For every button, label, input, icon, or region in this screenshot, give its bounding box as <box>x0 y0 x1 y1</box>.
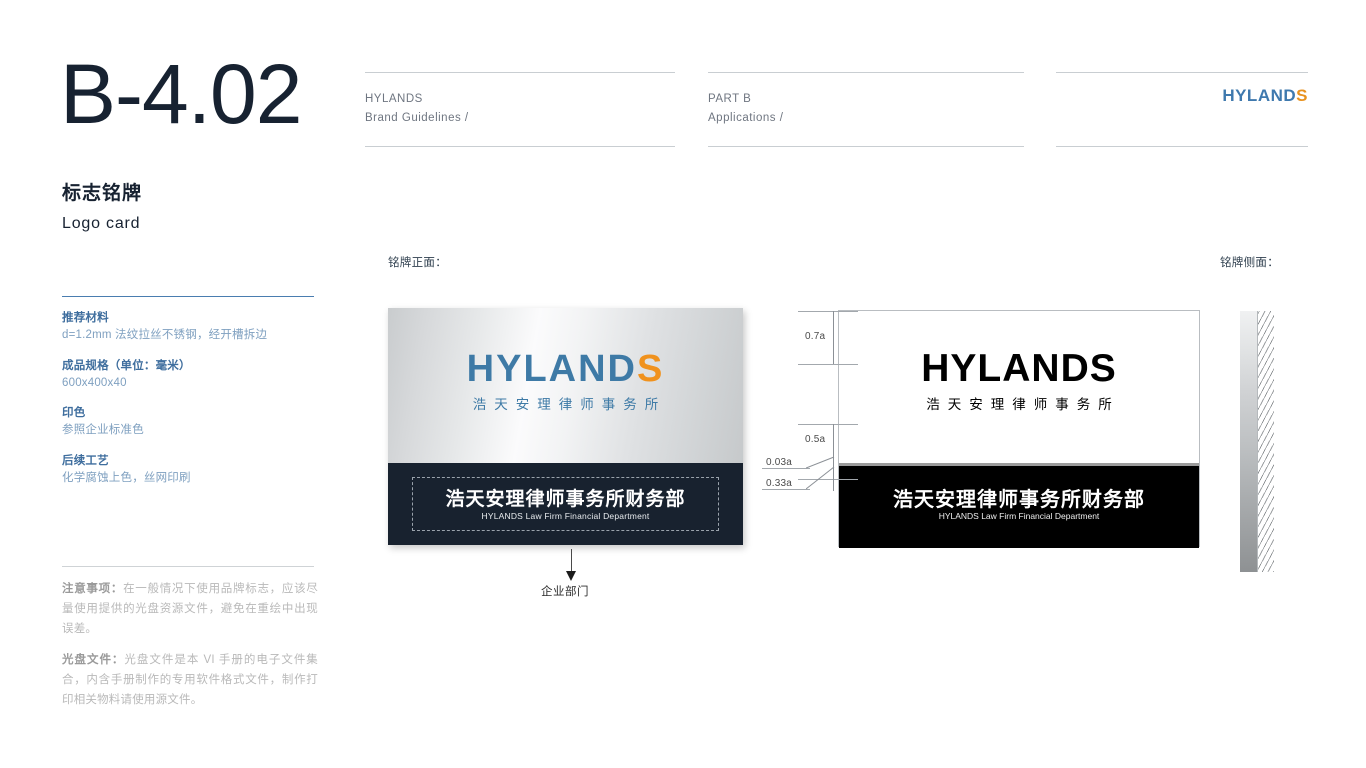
spec-value: 参照企业标准色 <box>62 424 144 437</box>
dim-leader-0-33a <box>762 489 810 490</box>
nameplate-dept-en: HYLANDS Law Firm Financial Department <box>481 511 650 521</box>
callout-arrow-head <box>566 571 576 581</box>
header-brand-line2: Brand Guidelines / <box>365 111 469 124</box>
spec-label: 推荐材料 <box>62 312 109 324</box>
side-view-hatching <box>1258 311 1274 572</box>
page-code: B-4.02 <box>60 47 302 141</box>
header-part-line1: PART B <box>708 93 752 105</box>
nameplate-logo-latin: HYLANDS <box>388 350 743 388</box>
note-item-caution: 注意事项：在一般情况下使用品牌标志，应该尽量使用提供的光盘资源文件，避免在重绘中… <box>62 580 318 639</box>
spec-label: 印色 <box>62 407 86 419</box>
brandmark-accent: S <box>1296 86 1308 105</box>
spec-value: d=1.2mm 法纹拉丝不锈钢，经开槽拆边 <box>62 329 268 342</box>
note-strong: 光盘文件： <box>62 654 125 667</box>
divider-blue-top <box>62 296 314 297</box>
spec-label: 后续工艺 <box>62 454 109 467</box>
nameplate-metal-panel: HYLANDS 浩天安理律师事务所 <box>388 308 743 463</box>
technical-dept-cn: 浩天安理律师事务所财务部 <box>893 489 1145 511</box>
spec-list: 推荐材料 d=1.2mm 法纹拉丝不锈钢，经开槽拆边 成品规格（单位：毫米） 6… <box>62 310 322 500</box>
section-title-en: Logo card <box>62 215 141 232</box>
note-strong: 注意事项： <box>62 583 124 595</box>
logo-latin-main: HYLAND <box>466 348 637 390</box>
nameplate-side-view <box>1240 311 1274 572</box>
header-part-line2: Applications / <box>708 111 784 124</box>
brand-guidelines-page: B-4.02 标志铭牌 Logo card 推荐材料 d=1.2mm 法纹拉丝不… <box>0 0 1366 768</box>
note-item-disc: 光盘文件：光盘文件是本 VI 手册的电子文件集合，内含手册制作的专用软件格式文件… <box>62 651 318 710</box>
dim-leader-slant-0-33a <box>806 466 835 490</box>
header-brand-text: HYLANDS Brand Guidelines / <box>365 90 469 127</box>
spec-label: 成品规格（单位：毫米） <box>62 359 191 372</box>
dim-leader-0-03a <box>762 468 810 469</box>
technical-white-panel: HYLANDS 浩天安理律师事务所 <box>839 311 1199 463</box>
logo-latin-accent: S <box>636 348 665 390</box>
nameplate-logo-cn: 浩天安理律师事务所 <box>472 397 667 412</box>
nameplate-dept-box: 浩天安理律师事务所财务部 HYLANDS Law Firm Financial … <box>412 477 719 531</box>
spec-item-process: 后续工艺 化学腐蚀上色，丝网印刷 <box>62 453 322 488</box>
technical-black-panel: 浩天安理律师事务所财务部 HYLANDS Law Firm Financial … <box>839 466 1199 548</box>
technical-logo: HYLANDS 浩天安理律师事务所 <box>839 349 1199 413</box>
header-brand-line1: HYLANDS <box>365 93 423 105</box>
technical-logo-cn: 浩天安理律师事务所 <box>926 397 1120 412</box>
technical-logo-latin: HYLANDS <box>921 347 1117 390</box>
header-rule-bottom <box>365 146 675 147</box>
header-rule-top <box>1056 72 1308 73</box>
notes-section: 注意事项：在一般情况下使用品牌标志，应该尽量使用提供的光盘资源文件，避免在重绘中… <box>62 580 318 723</box>
caption-front-view: 铭牌正面： <box>388 257 447 269</box>
dim-tick-top-0-7a <box>798 311 858 312</box>
nameplate-dark-panel: 浩天安理律师事务所财务部 HYLANDS Law Firm Financial … <box>388 463 743 545</box>
header-rule-bottom <box>1056 146 1308 147</box>
nameplate-logo: HYLANDS 浩天安理律师事务所 <box>388 350 743 413</box>
side-view-metal-bar <box>1240 311 1257 572</box>
spec-item-size: 成品规格（单位：毫米） 600x400x40 <box>62 358 322 393</box>
spec-item-material: 推荐材料 d=1.2mm 法纹拉丝不锈钢，经开槽拆边 <box>62 310 322 345</box>
spec-value: 化学腐蚀上色，丝网印刷 <box>62 471 191 484</box>
dim-label-0-03a: 0.03a <box>766 457 793 468</box>
spec-item-ink: 印色 参照企业标准色 <box>62 405 322 440</box>
dim-tick-bottom-0-7a <box>798 364 858 365</box>
nameplate-technical-drawing: HYLANDS 浩天安理律师事务所 浩天安理律师事务所财务部 HYLANDS L… <box>838 310 1200 548</box>
dim-tick-top-0-5a <box>798 424 858 425</box>
spec-value: 600x400x40 <box>62 376 127 389</box>
dim-measure-line-edge <box>833 479 834 491</box>
caption-side-view: 铭牌侧面： <box>1220 257 1279 269</box>
nameplate-front-preview: HYLANDS 浩天安理律师事务所 浩天安理律师事务所财务部 HYLANDS L… <box>388 308 743 545</box>
dim-label-0-7a: 0.7a <box>805 331 826 342</box>
divider-gray-bottom <box>62 566 314 567</box>
dim-label-0-5a: 0.5a <box>805 434 826 445</box>
header-rule-bottom <box>708 146 1024 147</box>
brandmark-logo: HYLANDS <box>1222 86 1308 106</box>
left-column: B-4.02 标志铭牌 Logo card 推荐材料 d=1.2mm 法纹拉丝不… <box>0 0 318 768</box>
header-part-text: PART B Applications / <box>708 90 783 127</box>
section-title-cn: 标志铭牌 <box>62 183 143 204</box>
header-rule-top <box>365 72 675 73</box>
nameplate-dept-cn: 浩天安理律师事务所财务部 <box>445 489 686 510</box>
dim-label-0-33a: 0.33a <box>766 478 793 489</box>
brandmark-main: HYLAND <box>1222 86 1297 105</box>
dim-measure-line-0-7a <box>833 311 834 364</box>
header-rule-top <box>708 72 1024 73</box>
technical-dept-en: HYLANDS Law Firm Financial Department <box>938 511 1100 521</box>
callout-caption: 企业部门 <box>541 586 589 598</box>
